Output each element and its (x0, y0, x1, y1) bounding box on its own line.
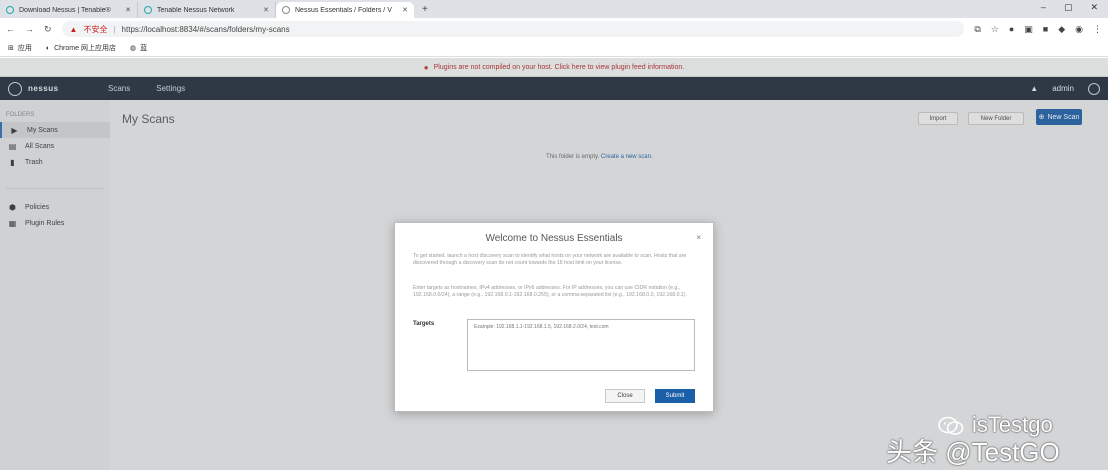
minimize-icon[interactable]: – (1041, 2, 1046, 13)
globe-icon: ◍ (129, 45, 137, 52)
tab-close-icon[interactable]: ✕ (263, 6, 269, 14)
tab-favicon-icon (282, 6, 290, 14)
bookmark-label: 蓝 (140, 45, 148, 52)
extension-icon[interactable]: ● (1009, 24, 1014, 35)
url-text: https://localhost:8834/#/scans/folders/m… (121, 24, 290, 34)
browser-tab-3[interactable]: Nessus Essentials / Folders / V ✕ (276, 2, 414, 18)
modal-title: Welcome to Nessus Essentials (485, 233, 623, 244)
bookmark-apps[interactable]: ⊞ 应用 (8, 43, 32, 53)
extension-icon[interactable]: ◆ (1058, 24, 1065, 35)
welcome-modal: Welcome to Nessus Essentials × To get st… (394, 222, 714, 412)
forward-icon[interactable]: → (25, 24, 34, 34)
apps-grid-icon: ⊞ (8, 45, 14, 52)
browser-tab-1[interactable]: Download Nessus | Tenable® ✕ (0, 2, 138, 18)
separator: | (113, 24, 116, 34)
menu-icon[interactable]: ⋮ (1093, 24, 1102, 35)
browser-tab-2[interactable]: Tenable Nessus Network ✕ (138, 2, 276, 18)
modal-close-icon[interactable]: × (696, 233, 701, 242)
tab-favicon-icon (144, 6, 152, 14)
submit-button[interactable]: Submit (655, 389, 695, 403)
modal-targets-help-text: Enter targets as hostnames, IPv4 address… (413, 285, 687, 298)
bookmark-globe[interactable]: ◍ 蓝 (130, 43, 147, 53)
targets-label: Targets (413, 321, 435, 327)
back-icon[interactable]: ← (6, 24, 15, 34)
extension-icon[interactable]: ■ (1043, 24, 1048, 35)
window-close-icon[interactable]: ✕ (1090, 2, 1098, 13)
tab-label: Download Nessus | Tenable® (19, 6, 111, 14)
new-tab-button[interactable]: + (414, 2, 436, 18)
browser-tab-strip: Download Nessus | Tenable® ✕ Tenable Nes… (0, 0, 1108, 18)
bookmark-label: Chrome 网上应用店 (54, 45, 116, 52)
tab-label: Tenable Nessus Network (157, 6, 235, 14)
translate-icon[interactable]: ⧉ (974, 24, 980, 35)
tab-close-icon[interactable]: ✕ (402, 6, 408, 14)
window-controls: – ▢ ✕ (1041, 2, 1098, 13)
watermark: isTestgo 头条 @TestGO (880, 410, 1102, 467)
chrome-store-icon: ◐ (45, 44, 51, 52)
profile-icon[interactable]: ◉ (1075, 24, 1083, 35)
modal-intro-text: To get started, launch a host discovery … (413, 253, 687, 266)
maximize-icon[interactable]: ▢ (1064, 2, 1073, 13)
extension-icon[interactable]: ▣ (1024, 24, 1033, 35)
address-bar-row: ← → ↻ ▲ 不安全 | https://localhost:8834/#/s… (0, 18, 1108, 40)
bookmark-chrome-store[interactable]: ◐ Chrome 网上应用店 (46, 43, 116, 53)
watermark-source: 头条 @TestGO (886, 437, 1060, 467)
star-icon[interactable]: ☆ (991, 24, 999, 35)
extension-icons: ⧉ ☆ ● ▣ ■ ◆ ◉ ⋮ (974, 24, 1102, 35)
close-button[interactable]: Close (605, 389, 645, 403)
targets-input[interactable] (467, 319, 695, 371)
tab-favicon-icon (6, 6, 14, 14)
warning-icon: ▲ (69, 24, 78, 34)
tab-label: Nessus Essentials / Folders / V (295, 6, 392, 14)
omnibox[interactable]: ▲ 不安全 | https://localhost:8834/#/scans/f… (61, 21, 965, 37)
bookmarks-bar: ⊞ 应用 ◐ Chrome 网上应用店 ◍ 蓝 (0, 40, 1108, 57)
tab-close-icon[interactable]: ✕ (125, 6, 131, 14)
insecure-label: 不安全 (83, 24, 108, 34)
reload-icon[interactable]: ↻ (44, 24, 52, 35)
bookmark-label: 应用 (17, 45, 32, 52)
